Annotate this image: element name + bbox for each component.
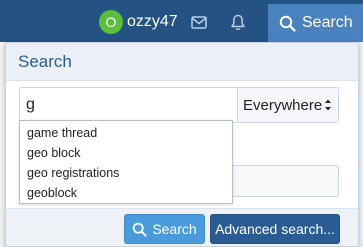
username[interactable]: ozzy47 xyxy=(127,13,178,31)
search-dropdown-panel: Search Everywhere game thread geo block … xyxy=(5,42,359,247)
suggestion-item[interactable]: geo block xyxy=(20,143,232,163)
scope-selected-value: Everywhere xyxy=(243,96,323,114)
autocomplete-list: game thread geo block geo registrations … xyxy=(19,120,233,204)
panel-footer: Search Advanced search... xyxy=(6,208,358,246)
panel-title: Search xyxy=(18,51,72,71)
bell-icon[interactable] xyxy=(228,12,248,32)
search-button[interactable]: Search xyxy=(124,214,205,244)
panel-header: Search xyxy=(6,43,358,81)
caret-updown-icon xyxy=(324,98,332,112)
search-input[interactable] xyxy=(20,88,238,122)
envelope-icon[interactable] xyxy=(189,12,209,32)
search-icon xyxy=(279,15,296,32)
advanced-search-button[interactable]: Advanced search... xyxy=(210,214,340,244)
suggestion-item[interactable]: game thread xyxy=(20,123,232,143)
top-navigation-bar: O ozzy47 Search xyxy=(0,0,363,42)
user-menu[interactable]: O ozzy47 xyxy=(90,8,178,36)
suggestion-item[interactable]: geoblock xyxy=(20,183,232,203)
advanced-search-label: Advanced search... xyxy=(215,221,335,237)
avatar[interactable]: O xyxy=(99,10,123,34)
search-icon xyxy=(132,222,147,237)
search-tab-label: Search xyxy=(302,14,353,31)
search-tab[interactable]: Search xyxy=(268,4,363,42)
scope-select[interactable]: Everywhere xyxy=(238,88,338,122)
search-row: Everywhere xyxy=(19,87,339,123)
search-button-label: Search xyxy=(152,221,197,237)
suggestion-item[interactable]: geo registrations xyxy=(20,163,232,183)
